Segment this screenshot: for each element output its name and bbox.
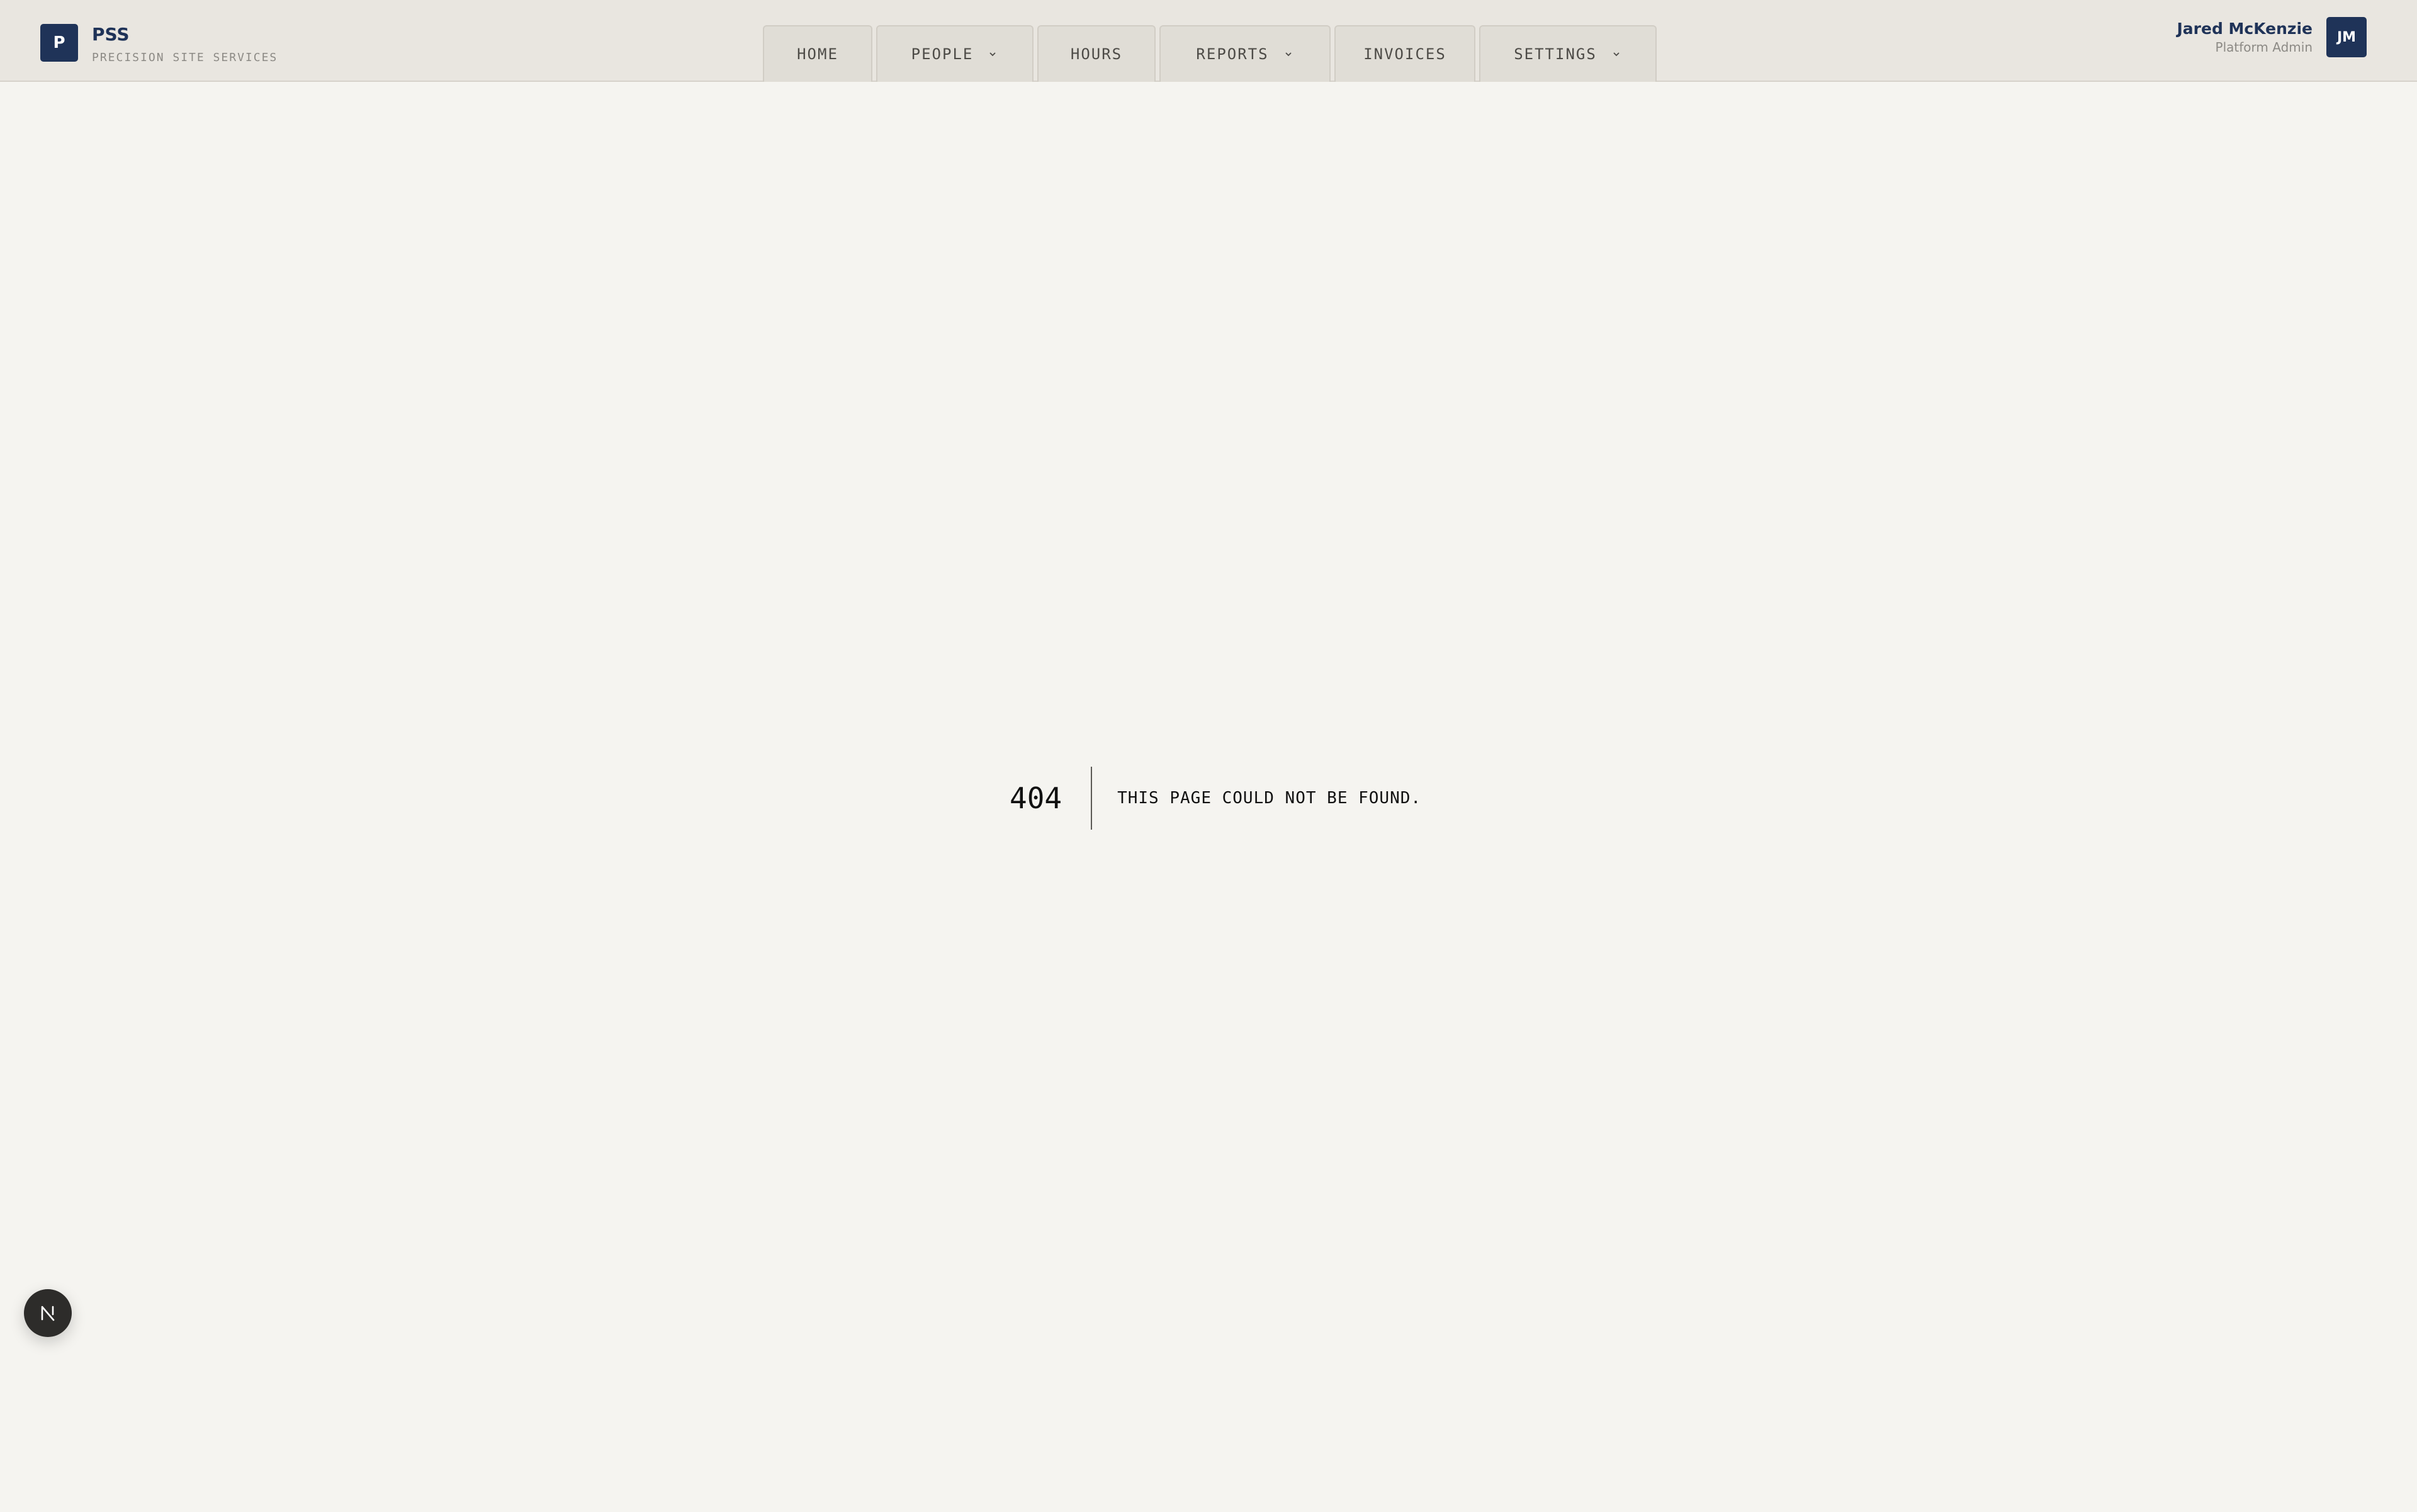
tab-settings[interactable]: SETTINGS bbox=[1479, 25, 1657, 82]
nextjs-dev-tools-button[interactable] bbox=[24, 1289, 72, 1337]
chevron-down-icon bbox=[989, 52, 996, 57]
tab-settings-label: SETTINGS bbox=[1514, 45, 1597, 63]
tab-invoices[interactable]: INVOICES bbox=[1334, 25, 1475, 82]
user-role: Platform Admin bbox=[2215, 40, 2313, 55]
tab-hours-label: HOURS bbox=[1070, 45, 1123, 63]
tab-people-label: PEOPLE bbox=[911, 45, 974, 63]
brand-name: PSS bbox=[92, 24, 130, 45]
chevron-down-icon bbox=[1613, 52, 1620, 57]
tab-reports[interactable]: REPORTS bbox=[1159, 25, 1331, 82]
error-message: THIS PAGE COULD NOT BE FOUND. bbox=[1117, 789, 1422, 808]
user-menu[interactable]: Jared McKenzie Platform Admin JM bbox=[2177, 17, 2367, 57]
tab-reports-label: REPORTS bbox=[1196, 45, 1269, 63]
error-code: 404 bbox=[1010, 767, 1093, 830]
brand-logo: P bbox=[40, 24, 78, 62]
main-nav: HOME PEOPLE HOURS REPORTS INVOICES SETTI… bbox=[763, 25, 1660, 82]
user-info: Jared McKenzie Platform Admin bbox=[2177, 19, 2313, 55]
brand-text: PSS PRECISION SITE SERVICES bbox=[92, 24, 278, 67]
avatar[interactable]: JM bbox=[2326, 17, 2367, 57]
brand-subtitle: PRECISION SITE SERVICES bbox=[92, 51, 278, 64]
brand[interactable]: P PSS PRECISION SITE SERVICES bbox=[40, 24, 278, 67]
tab-people[interactable]: PEOPLE bbox=[876, 25, 1034, 82]
user-name: Jared McKenzie bbox=[2177, 20, 2313, 38]
nextjs-logo-icon bbox=[41, 1306, 55, 1321]
tab-invoices-label: INVOICES bbox=[1363, 45, 1446, 63]
top-bar: P PSS PRECISION SITE SERVICES HOME PEOPL… bbox=[0, 0, 2417, 82]
tab-hours[interactable]: HOURS bbox=[1037, 25, 1156, 82]
tab-home-label: HOME bbox=[797, 45, 838, 63]
tab-home[interactable]: HOME bbox=[763, 25, 872, 82]
chevron-down-icon bbox=[1285, 52, 1292, 57]
not-found-message: 404 THIS PAGE COULD NOT BE FOUND. bbox=[1010, 767, 1421, 830]
